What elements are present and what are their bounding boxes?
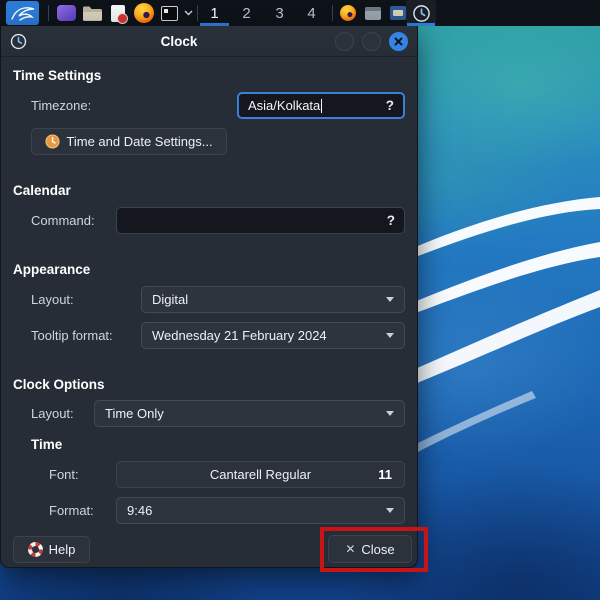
window-close-button[interactable] bbox=[389, 31, 408, 51]
font-button[interactable]: Cantarell Regular 11 bbox=[116, 461, 405, 488]
workspace-2[interactable]: 2 bbox=[231, 0, 262, 26]
help-button[interactable]: Help bbox=[13, 536, 90, 563]
close-icon bbox=[394, 37, 403, 45]
font-size: 11 bbox=[378, 467, 392, 482]
appearance-layout-label: Layout: bbox=[31, 292, 74, 307]
timezone-input[interactable]: Asia/Kolkata ? bbox=[237, 92, 405, 119]
folder-window-icon bbox=[390, 6, 406, 20]
font-name: Cantarell Regular bbox=[209, 467, 312, 482]
text-editor-launcher[interactable] bbox=[105, 0, 131, 26]
maximize-button[interactable] bbox=[362, 31, 381, 51]
terminal-prompt-icon bbox=[160, 5, 178, 21]
workspace-4[interactable]: 4 bbox=[296, 0, 327, 26]
terminal-icon bbox=[56, 5, 76, 21]
clock-options-header: Clock Options bbox=[13, 377, 105, 392]
close-label: Close bbox=[361, 541, 395, 557]
clock-layout-value: Time Only bbox=[105, 406, 164, 421]
font-label: Font: bbox=[49, 467, 79, 482]
timezone-value: Asia/Kolkata bbox=[248, 98, 321, 113]
close-button[interactable]: ✕ Close bbox=[328, 535, 412, 563]
workspace-3-label: 3 bbox=[275, 4, 284, 22]
document-icon bbox=[111, 4, 128, 24]
workspace-4-label: 4 bbox=[307, 4, 316, 22]
clock-settings-dialog: Clock Time Settings Timezone: Asia/Kolka… bbox=[0, 26, 418, 568]
dialog-title: Clock bbox=[160, 33, 198, 49]
firefox-launcher[interactable] bbox=[131, 0, 157, 26]
time-settings-header: Time Settings bbox=[13, 68, 102, 83]
chevron-down-icon bbox=[386, 508, 394, 513]
terminal-emulator-launcher[interactable] bbox=[157, 0, 181, 26]
terminal-launcher[interactable] bbox=[53, 0, 79, 26]
format-value: 9:46 bbox=[127, 503, 153, 518]
timezone-help-button[interactable]: ? bbox=[386, 98, 394, 113]
workspace-1-label: 1 bbox=[210, 4, 219, 22]
taskbar-window[interactable] bbox=[362, 0, 384, 26]
clock-icon bbox=[412, 4, 430, 22]
help-lifebuoy-icon bbox=[27, 542, 43, 557]
calendar-header: Calendar bbox=[13, 183, 71, 198]
dialog-titlebar[interactable]: Clock bbox=[1, 26, 417, 57]
close-x-icon: ✕ bbox=[345, 542, 356, 556]
help-label: Help bbox=[48, 542, 76, 557]
command-label: Command: bbox=[31, 213, 95, 228]
panel-separator bbox=[48, 5, 49, 21]
format-dropdown[interactable]: 9:46 bbox=[116, 497, 405, 524]
tooltip-format-value: Wednesday 21 February 2024 bbox=[152, 328, 327, 343]
launcher-dropdown-arrow[interactable] bbox=[181, 0, 195, 26]
appearance-layout-value: Digital bbox=[152, 292, 189, 307]
panel-separator bbox=[332, 5, 333, 21]
command-input[interactable]: ? bbox=[116, 207, 405, 234]
appearance-layout-dropdown[interactable]: Digital bbox=[141, 286, 405, 313]
chevron-down-icon bbox=[386, 411, 394, 416]
tooltip-format-dropdown[interactable]: Wednesday 21 February 2024 bbox=[141, 322, 405, 349]
kali-menu-button[interactable] bbox=[6, 1, 39, 25]
top-panel: 1 2 3 4 bbox=[0, 0, 600, 26]
tooltip-format-label: Tooltip format: bbox=[31, 328, 113, 343]
text-caret bbox=[321, 98, 323, 113]
chevron-down-icon bbox=[184, 10, 192, 16]
panel-separator bbox=[197, 5, 198, 21]
clock-layout-label: Layout: bbox=[31, 406, 74, 421]
taskbar-firefox-window[interactable] bbox=[337, 0, 359, 26]
kali-logo-icon bbox=[10, 7, 34, 21]
folder-icon bbox=[82, 6, 102, 21]
chevron-down-icon bbox=[386, 333, 394, 338]
chevron-down-icon bbox=[386, 297, 394, 302]
orange-clock-icon bbox=[45, 134, 60, 149]
firefox-icon bbox=[340, 5, 356, 21]
file-manager-launcher[interactable] bbox=[79, 0, 105, 26]
firefox-icon bbox=[134, 3, 154, 23]
time-date-settings-button[interactable]: Time and Date Settings... bbox=[31, 128, 227, 155]
time-subheader: Time bbox=[31, 437, 63, 452]
time-date-settings-label: Time and Date Settings... bbox=[66, 134, 213, 149]
format-label: Format: bbox=[49, 503, 94, 518]
command-help-button[interactable]: ? bbox=[387, 213, 395, 228]
workspace-2-label: 2 bbox=[242, 4, 251, 22]
appearance-header: Appearance bbox=[13, 262, 91, 277]
workspace-3[interactable]: 3 bbox=[264, 0, 295, 26]
timezone-label: Timezone: bbox=[31, 98, 92, 113]
minimize-button[interactable] bbox=[335, 31, 354, 51]
clock-layout-dropdown[interactable]: Time Only bbox=[94, 400, 405, 427]
window-icon bbox=[365, 6, 381, 20]
